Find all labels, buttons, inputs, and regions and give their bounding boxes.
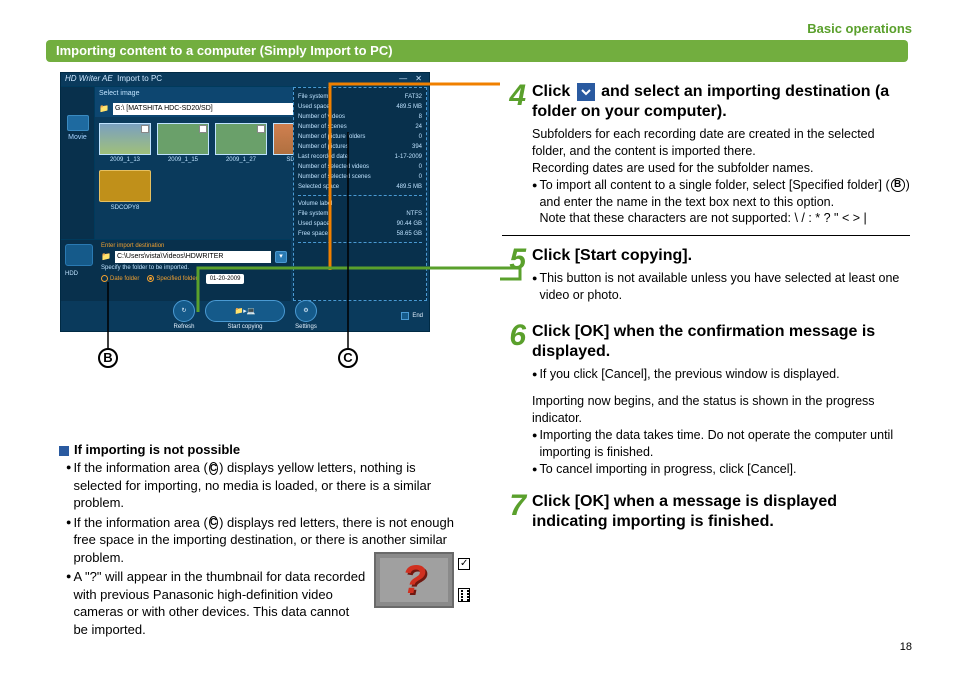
step-number: 5 [502,246,526,304]
thumb-checkbox [458,558,470,570]
marker-c: C [338,348,358,368]
step-number: 6 [502,322,526,478]
film-icon [458,588,470,602]
marker-c-inline: C [209,462,218,475]
step-separator [502,235,910,236]
step-4: 4 Click and select an importing destinat… [502,82,910,227]
section-title-bar: Importing content to a computer (Simply … [46,40,908,62]
step-5: 5 Click [Start copying]. This button is … [502,246,910,304]
step-description: Subfolders for each recording date are c… [532,126,910,160]
question-mark-icon: ? [402,553,426,607]
marker-b-inline: B [891,178,905,192]
step-7: 7 Click [OK] when a message is displayed… [502,492,910,536]
list-item: To import all content to a single folder… [532,177,910,228]
marker-b: B [98,348,118,368]
step-description: Importing now begins, and the status is … [532,393,910,427]
step-title: Click [OK] when the confirmation message… [532,322,910,362]
list-item: To cancel importing in progress, click [… [532,461,910,478]
step-description: Recording dates are used for the subfold… [532,160,910,177]
step-6: 6 Click [OK] when the confirmation messa… [502,322,910,478]
step-number: 7 [502,492,526,536]
header-category: Basic operations [807,20,912,38]
step-number: 4 [502,82,526,227]
steps-column: 4 Click and select an importing destinat… [502,82,910,544]
list-item: Importing the data takes time. Do not op… [532,427,910,461]
step-title: Click and select an importing destinatio… [532,82,910,122]
if-importing-heading: If importing is not possible [59,441,240,459]
list-item: If you click [Cancel], the previous wind… [532,366,910,383]
chevron-down-icon [577,83,595,101]
marker-c-inline: C [209,516,218,529]
list-item: This button is not available unless you … [532,270,910,304]
list-item: If the information area (C) displays yel… [66,459,462,512]
step-title: Click [Start copying]. [532,246,910,266]
list-item: A "?" will appear in the thumbnail for d… [66,568,366,638]
step-title: Click [OK] when a message is displayed i… [532,492,910,532]
page-number: 18 [900,640,912,655]
callout-lines [60,72,540,372]
question-thumbnail: ? [374,552,454,608]
if-importing-list: If the information area (C) displays yel… [66,459,462,640]
